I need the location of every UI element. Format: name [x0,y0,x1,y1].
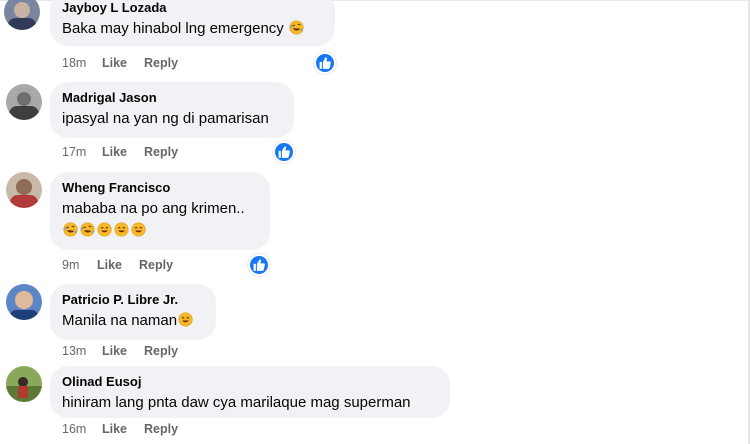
reply-button[interactable]: Reply [144,144,178,160]
timestamp[interactable]: 16m [62,421,102,437]
author-name[interactable]: Patricio P. Libre Jr. [62,292,204,308]
like-button[interactable]: Like [97,257,139,273]
comment-bubble: Olinad Eusoj hiniram lang pnta daw cya m… [50,366,450,418]
like-button[interactable]: Like [102,55,144,71]
like-button[interactable]: Like [102,421,144,437]
comment-item: Jayboy L Lozada Baka may hinabol lng eme… [0,0,750,74]
comment-text: hiniram lang pnta daw cya marilaque mag … [62,394,411,411]
thumbs-up-icon[interactable] [314,52,336,74]
comment-bubble: Patricio P. Libre Jr. Manila na naman [50,284,216,340]
avatar[interactable] [4,0,40,30]
comment-item: Wheng Francisco mababa na po ang krimen.… [0,172,750,276]
reply-button[interactable]: Reply [144,55,178,71]
comment-meta: 17m Like Reply [62,144,178,160]
comment-item: Olinad Eusoj hiniram lang pnta daw cya m… [0,366,750,444]
comment-text-content: Baka may hinabol lng emergency [62,20,284,37]
author-name[interactable]: Olinad Eusoj [62,374,438,390]
emoji-row [62,221,258,241]
timestamp[interactable]: 13m [62,343,102,359]
author-name[interactable]: Jayboy L Lozada [62,0,323,16]
like-button[interactable]: Like [102,343,144,359]
comment-meta: 16m Like Reply [62,421,178,437]
comment-text-content: Manila na naman [62,312,178,329]
author-name[interactable]: Madrigal Jason [62,90,282,106]
smile-emoji-icon [131,222,146,237]
reply-button[interactable]: Reply [144,343,178,359]
timestamp[interactable]: 9m [62,257,97,273]
comment-item: Madrigal Jason ipasyal na yan ng di pama… [0,82,750,163]
comment-text: Manila na naman [62,311,204,331]
rofl-emoji-icon [63,222,78,237]
rofl-emoji-icon [289,20,304,35]
avatar[interactable] [6,172,42,208]
author-name[interactable]: Wheng Francisco [62,180,258,196]
avatar[interactable] [6,366,42,402]
timestamp[interactable]: 17m [62,144,102,160]
thumbs-up-icon[interactable] [273,141,295,163]
smile-emoji-icon [97,222,112,237]
comment-meta: 9m Like Reply [62,257,173,273]
thumbs-up-icon[interactable] [248,254,270,276]
avatar[interactable] [6,84,42,120]
comment-bubble: Jayboy L Lozada Baka may hinabol lng eme… [50,0,335,46]
comment-text: mababa na po ang krimen.. [62,200,245,217]
smile-emoji-icon [178,312,193,327]
comment-meta: 18m Like Reply [62,55,178,71]
comment-bubble: Wheng Francisco mababa na po ang krimen.… [50,172,270,250]
reply-button[interactable]: Reply [144,421,178,437]
comment-bubble: Madrigal Jason ipasyal na yan ng di pama… [50,82,294,138]
comment-text: Baka may hinabol lng emergency [62,19,323,39]
timestamp[interactable]: 18m [62,55,102,71]
reply-button[interactable]: Reply [139,257,173,273]
avatar[interactable] [6,284,42,320]
smile-emoji-icon [114,222,129,237]
comment-text: ipasyal na yan ng di pamarisan [62,110,269,127]
comment-meta: 13m Like Reply [62,343,178,359]
rofl-emoji-icon [80,222,95,237]
like-button[interactable]: Like [102,144,144,160]
comment-item: Patricio P. Libre Jr. Manila na naman 13… [0,284,750,364]
